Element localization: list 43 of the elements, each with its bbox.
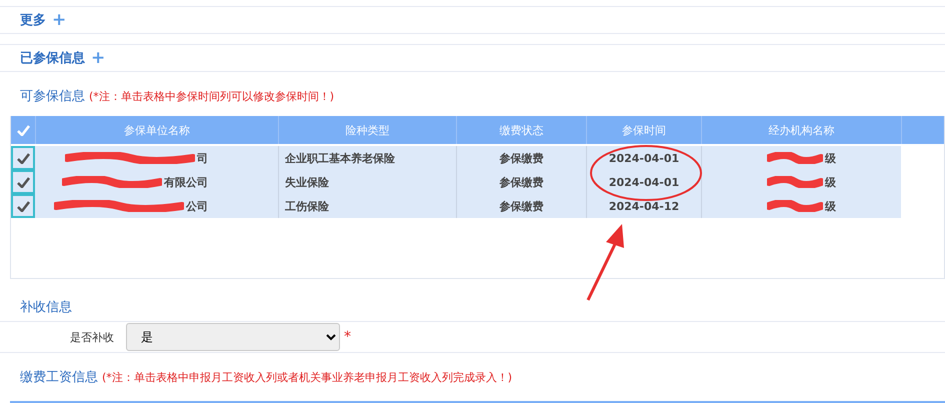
table-row[interactable]: 公司 工伤保险 参保缴费 2024-04-12 级 (11, 194, 901, 218)
table-cell: 参保缴费 (500, 198, 544, 214)
section-title[interactable]: 更多 (20, 11, 46, 29)
redaction-mark (767, 200, 823, 212)
check-icon (16, 176, 30, 188)
redaction-mark (767, 152, 823, 164)
table-cell: 2024-04-01 (608, 152, 680, 164)
table-cell: 有限公司 (164, 174, 208, 190)
row-checkbox[interactable] (11, 194, 35, 218)
table-cell: 公司 (186, 198, 208, 214)
back-pay-select[interactable]: 是 (126, 323, 340, 351)
table-cell: 级 (825, 198, 836, 214)
section-title: 可参保信息 (20, 88, 85, 105)
redaction-mark (767, 176, 823, 188)
column-header: 参保时间 (586, 116, 701, 144)
section-title[interactable]: 已参保信息 (20, 49, 85, 67)
table-row[interactable]: 司 企业职工基本养老保险 参保缴费 2024-04-01 级 (11, 146, 901, 170)
table-cell: 工伤保险 (285, 198, 329, 214)
table-cell: 企业职工基本养老保险 (285, 150, 395, 166)
table-cell: 级 (825, 150, 836, 166)
check-icon (16, 152, 30, 164)
table-cell: 2024-04-12 (608, 200, 680, 212)
table-row[interactable]: 有限公司 失业保险 参保缴费 2024-04-01 级 (11, 170, 901, 194)
section-title: 缴费工资信息 (20, 369, 98, 386)
table-cell: 级 (825, 174, 836, 190)
table-cell: 司 (197, 150, 208, 166)
field-label: 是否补收 (70, 330, 114, 344)
section-title: 补收信息 (20, 299, 72, 316)
check-icon (16, 200, 30, 212)
required-mark: * (344, 329, 351, 345)
column-header: 经办机构名称 (701, 116, 901, 144)
column-header: 险种类型 (278, 116, 456, 144)
check-icon (16, 124, 30, 136)
table-cell: 参保缴费 (500, 174, 544, 190)
row-checkbox[interactable] (11, 146, 35, 170)
note-text: (*注：单击表格中参保时间列可以修改参保时间！) (89, 88, 334, 104)
column-header: 参保单位名称 (35, 116, 278, 144)
table-cell: 2024-04-01 (608, 176, 680, 188)
column-header: 缴费状态 (456, 116, 586, 144)
table-cell: 失业保险 (285, 174, 329, 190)
row-checkbox[interactable] (11, 170, 35, 194)
note-text: (*注：单击表格中申报月工资收入列或者机关事业养老申报月工资收入列完成录入！) (102, 370, 512, 384)
table-cell: 参保缴费 (500, 150, 544, 166)
